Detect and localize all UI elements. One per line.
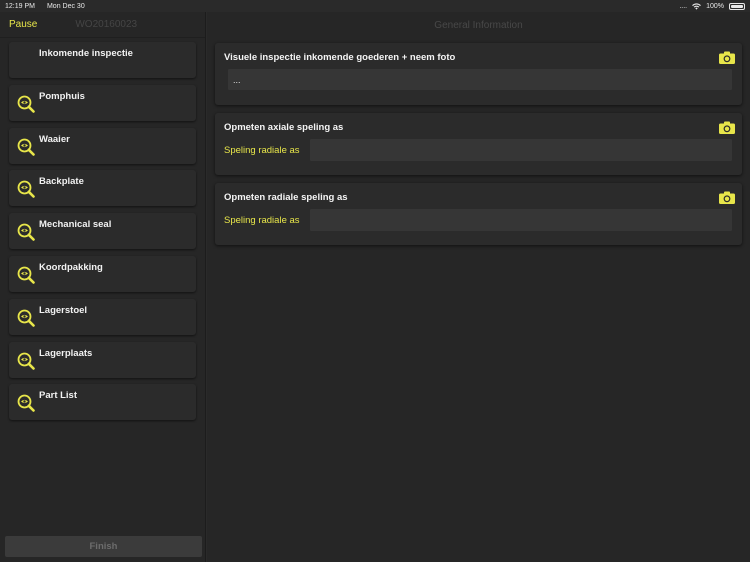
- wifi-icon: [692, 2, 701, 10]
- status-right: .... 100%: [679, 2, 745, 10]
- magnifier-eye-icon: [17, 394, 35, 413]
- signal-icon: ....: [679, 2, 688, 10]
- status-time: 12:19 PM: [5, 2, 35, 10]
- speling-input[interactable]: [310, 139, 732, 161]
- sidebar-item-mechanical-seal[interactable]: Mechanical seal: [9, 213, 196, 250]
- sidebar-item-label: Mechanical seal: [39, 219, 112, 231]
- status-bar: 12:19 PM Mon Dec 30 .... 100%: [0, 0, 750, 12]
- battery-icon: [729, 2, 745, 10]
- card-title: Opmeten axiale speling as: [224, 122, 344, 133]
- magnifier-eye-icon: [17, 309, 35, 327]
- section-list: Inkomende inspectie Pomphuis Waaier Back…: [0, 38, 205, 421]
- card-title: Opmeten radiale speling as: [224, 192, 348, 203]
- sidebar-item-pomphuis[interactable]: Pomphuis: [9, 84, 196, 121]
- sidebar: Pause WO20160023 Inkomende inspectie Pom…: [0, 12, 206, 562]
- sidebar-item-label: Koordpakking: [39, 261, 103, 273]
- inspection-card-axial: Opmeten axiale speling as Speling radial…: [215, 113, 742, 175]
- main-panel: General Information Visuele inspectie in…: [207, 12, 750, 562]
- sidebar-item-part-list[interactable]: Part List: [9, 384, 196, 421]
- magnifier-eye-icon: [17, 266, 35, 284]
- field-label: Speling radiale as: [224, 215, 300, 226]
- sidebar-item-label: Backplate: [39, 176, 84, 188]
- notes-field[interactable]: ...: [228, 69, 732, 90]
- camera-icon[interactable]: [719, 191, 735, 204]
- sidebar-item-backplate[interactable]: Backplate: [9, 170, 196, 207]
- sidebar-item-inkomende-inspectie[interactable]: Inkomende inspectie: [9, 42, 196, 78]
- magnifier-eye-icon: [17, 352, 35, 370]
- work-order-number: WO20160023: [75, 19, 138, 30]
- field-label: Speling radiale as: [224, 145, 300, 156]
- sidebar-item-label: Pomphuis: [39, 90, 85, 102]
- sidebar-header: Pause WO20160023: [0, 12, 205, 38]
- sidebar-item-waaier[interactable]: Waaier: [9, 127, 196, 164]
- sidebar-item-label: Lagerplaats: [39, 347, 93, 359]
- magnifier-eye-icon: [17, 138, 35, 156]
- speling-input[interactable]: [310, 209, 732, 231]
- sidebar-item-label: Lagerstoel: [39, 304, 88, 316]
- magnifier-eye-icon: [17, 180, 35, 199]
- finish-button[interactable]: Finish: [5, 536, 202, 557]
- camera-icon[interactable]: [719, 121, 735, 134]
- sidebar-item-label: Inkomende inspectie: [39, 48, 133, 59]
- inspection-card-visual: Visuele inspectie inkomende goederen + n…: [215, 43, 742, 105]
- sidebar-item-label: Part List: [39, 390, 78, 402]
- battery-percent: 100%: [706, 2, 724, 10]
- sidebar-item-lagerstoel[interactable]: Lagerstoel: [9, 298, 196, 335]
- magnifier-eye-icon: [17, 95, 35, 113]
- magnifier-eye-icon: [17, 223, 35, 241]
- card-title: Visuele inspectie inkomende goederen + n…: [224, 52, 456, 63]
- inspection-card-radial: Opmeten radiale speling as Speling radia…: [215, 183, 742, 245]
- camera-icon[interactable]: [719, 51, 735, 64]
- page-title: General Information: [434, 19, 523, 31]
- sidebar-item-koordpakking[interactable]: Koordpakking: [9, 255, 196, 292]
- status-date: Mon Dec 30: [46, 2, 85, 10]
- sidebar-item-label: Waaier: [39, 133, 70, 145]
- pause-button[interactable]: Pause: [9, 19, 37, 30]
- sidebar-item-lagerplaats[interactable]: Lagerplaats: [9, 341, 196, 378]
